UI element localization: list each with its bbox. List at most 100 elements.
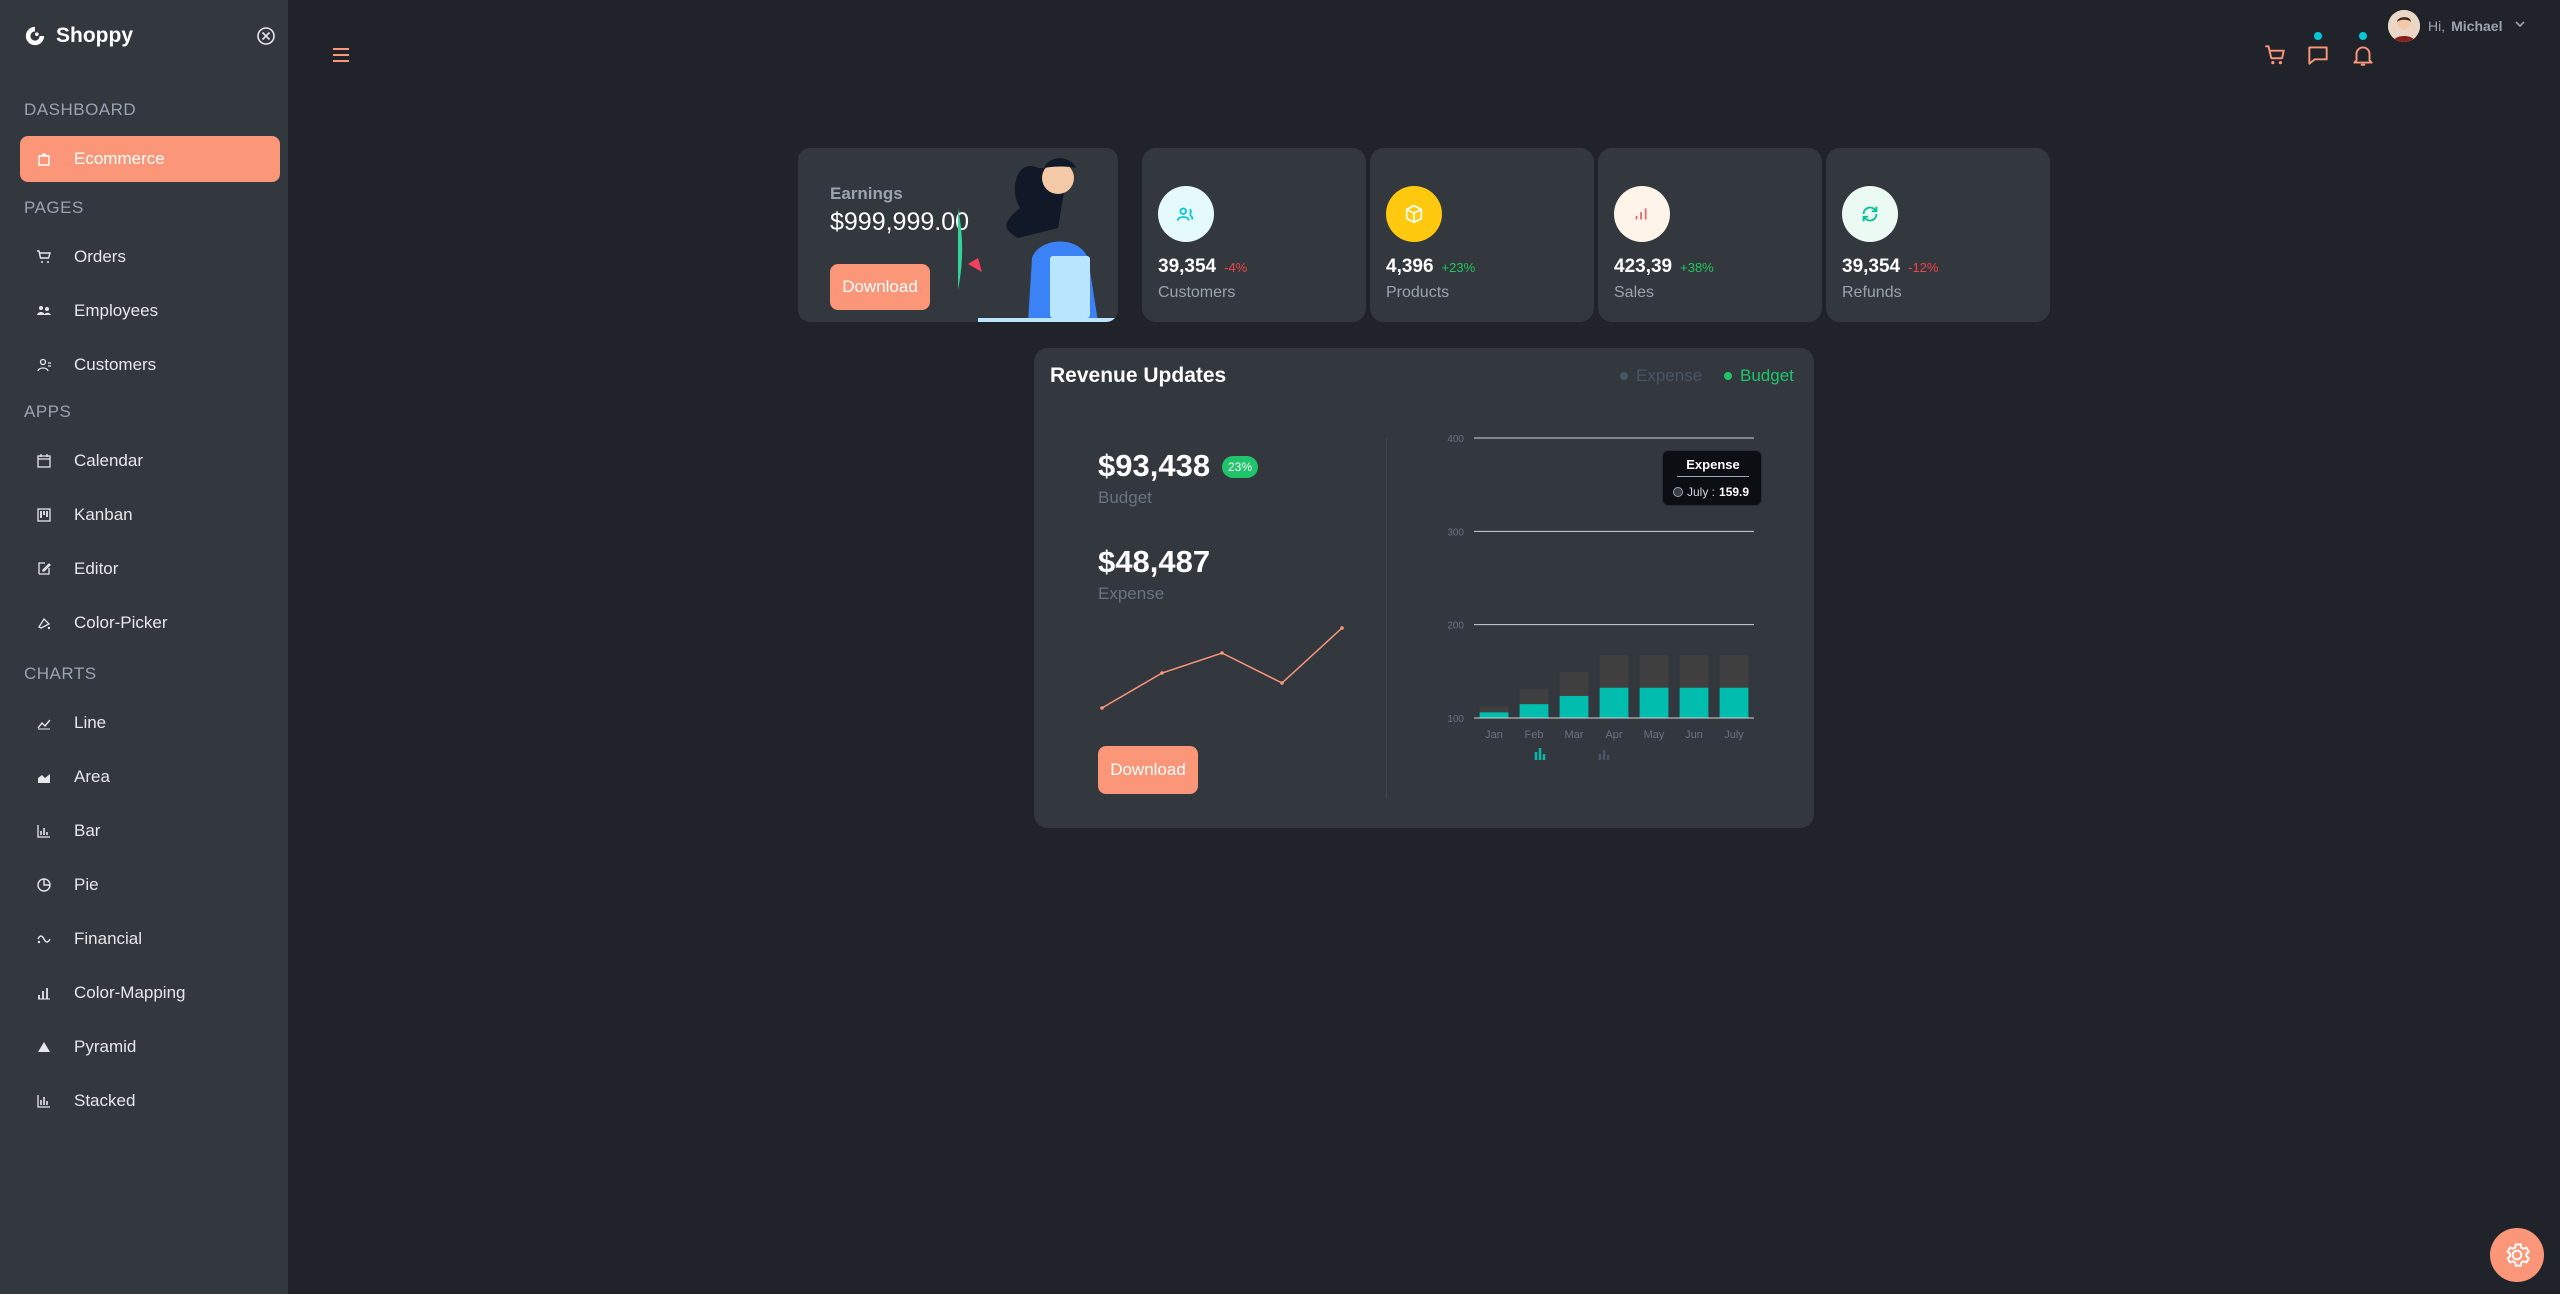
stacked-icon (36, 1093, 52, 1109)
bar-expense-jan[interactable] (1479, 706, 1509, 713)
color-picker-icon (36, 615, 52, 631)
section-title-charts: CHARTS (24, 664, 97, 683)
x-tick-label: Mar (1565, 729, 1584, 741)
bar-budget-jun[interactable] (1679, 687, 1709, 718)
stat-change: -12% (1908, 260, 1939, 275)
sidebar-item-stacked[interactable]: Stacked (20, 1078, 280, 1124)
earnings-value: $999,999.00 (830, 208, 970, 236)
x-tick-label: May (1644, 729, 1665, 741)
calendar-icon (36, 453, 52, 469)
shopping-bag-icon (36, 151, 52, 167)
greeting-text: Hi, (2428, 18, 2446, 34)
sidebar-item-calendar[interactable]: Calendar (20, 438, 280, 484)
sidebar-item-employees[interactable]: Employees (20, 288, 280, 334)
sidebar-item-label: Color-Mapping (74, 983, 186, 1002)
chat-icon[interactable] (2305, 42, 2331, 68)
section-title-apps: APPS (24, 402, 72, 421)
x-tick-label: Apr (1605, 729, 1622, 741)
sidebar-item-kanban[interactable]: Kanban (20, 492, 280, 538)
customers-icon[interactable] (1158, 186, 1214, 242)
revenue-download-button[interactable]: Download (1098, 746, 1198, 794)
budget-value: $93,438 (1098, 448, 1211, 483)
settings-button[interactable] (2490, 1228, 2544, 1282)
legend-expense[interactable]: Expense (1620, 366, 1702, 386)
bar-expense-apr[interactable] (1599, 655, 1629, 688)
bar-budget-jan[interactable] (1479, 712, 1509, 718)
chevron-down-icon[interactable] (2514, 18, 2526, 30)
sidebar-item-label: Pyramid (74, 1037, 137, 1056)
x-tick-label: Jun (1685, 729, 1703, 741)
sparkline-point (1280, 681, 1284, 685)
sidebar-item-label: Bar (74, 821, 101, 840)
sidebar-item-label: Color-Picker (74, 613, 168, 632)
sidebar-item-financial[interactable]: Financial (20, 916, 280, 962)
sidebar-item-ecommerce[interactable]: Ecommerce (20, 136, 280, 182)
sales-icon[interactable] (1614, 186, 1670, 242)
kanban-icon (36, 507, 52, 523)
stat-change: -4% (1224, 260, 1248, 275)
stat-title: Sales (1614, 284, 1655, 301)
budget-label: Budget (1098, 488, 1152, 507)
bar-budget-july[interactable] (1719, 687, 1749, 718)
close-sidebar-icon[interactable] (256, 26, 276, 46)
tooltip-value: 159.9 (1719, 485, 1750, 499)
area-chart-icon (36, 769, 52, 785)
legend-budget-dot (1724, 372, 1732, 380)
x-tick-label: Feb (1525, 729, 1544, 741)
cart-icon[interactable] (2262, 42, 2288, 68)
tooltip-label: July : (1687, 485, 1716, 499)
sidebar-item-area[interactable]: Area (20, 754, 280, 800)
user-greeting[interactable]: Hi, Michael (2428, 18, 2502, 34)
sidebar-item-customers[interactable]: Customers (20, 342, 280, 388)
revenue-card: Revenue Updates Expense Budget $93,438 2… (1034, 348, 1814, 828)
bar-budget-may[interactable] (1639, 687, 1669, 718)
legend-budget-label: Budget (1740, 366, 1794, 385)
x-tick-label: Jan (1485, 729, 1503, 741)
y-tick-label: 200 (1447, 621, 1464, 632)
bar-expense-july[interactable] (1719, 655, 1749, 688)
sparkline-point (1100, 706, 1104, 710)
sidebar-item-pie[interactable]: Pie (20, 862, 280, 908)
x-tick-label: July (1724, 729, 1744, 741)
legend-budget[interactable]: Budget (1724, 366, 1794, 386)
avatar[interactable] (2388, 10, 2420, 42)
pie-chart-icon (36, 877, 52, 893)
bar-expense-jun[interactable] (1679, 655, 1709, 688)
sidebar-item-line[interactable]: Line (20, 700, 280, 746)
expense-value: $48,487 (1098, 544, 1211, 579)
legend-expense-dot (1620, 372, 1628, 380)
chart-tooltip: Expense July : 159.9 (1662, 450, 1762, 506)
chart-legend-budget-icon[interactable] (1534, 748, 1546, 760)
box-icon[interactable] (1386, 186, 1442, 242)
sidebar-item-color-picker[interactable]: Color-Picker (20, 600, 280, 646)
sidebar-item-orders[interactable]: Orders (20, 234, 280, 280)
brand-logo[interactable]: Shoppy (24, 24, 133, 48)
user-icon (36, 357, 52, 373)
sidebar-item-label: Orders (74, 247, 126, 266)
refund-icon[interactable] (1842, 186, 1898, 242)
sidebar-item-editor[interactable]: Editor (20, 546, 280, 592)
sparkline-path (1101, 627, 1343, 709)
sidebar-item-pyramid[interactable]: Pyramid (20, 1024, 280, 1070)
bell-icon[interactable] (2350, 42, 2376, 68)
sidebar-item-label: Employees (74, 301, 159, 320)
menu-icon[interactable] (330, 44, 352, 66)
chart-legend-expense-icon[interactable] (1598, 750, 1610, 760)
bar-budget-apr[interactable] (1599, 687, 1629, 718)
bar-budget-mar[interactable] (1559, 695, 1589, 718)
sidebar: Shoppy DASHBOARD Ecommerce PAGES Orders Empl… (0, 0, 288, 1294)
divider (1386, 438, 1387, 798)
earnings-label: Earnings (830, 184, 903, 203)
bar-expense-feb[interactable] (1519, 689, 1549, 705)
bar-budget-feb[interactable] (1519, 704, 1549, 718)
earnings-card: Earnings $999,999.00 Download (798, 148, 1118, 322)
edit-icon (36, 561, 52, 577)
brand-icon (25, 26, 45, 46)
sidebar-item-color-mapping[interactable]: Color-Mapping (20, 970, 280, 1016)
stat-card-products: 4,396 +23% Products (1370, 148, 1594, 322)
pyramid-icon (36, 1039, 52, 1055)
bar-expense-may[interactable] (1639, 655, 1669, 688)
sidebar-item-bar[interactable]: Bar (20, 808, 280, 854)
bar-expense-mar[interactable] (1559, 672, 1589, 696)
earnings-download-button[interactable]: Download (830, 264, 930, 310)
